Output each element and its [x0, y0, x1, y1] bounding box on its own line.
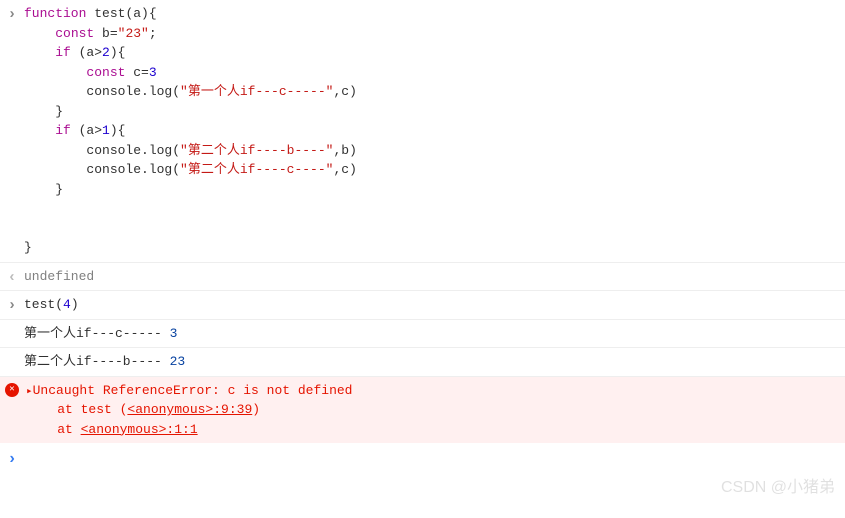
log-value: 3	[170, 326, 178, 341]
code-text: test(	[24, 297, 63, 312]
function-name: test	[86, 6, 125, 21]
keyword: if	[55, 123, 71, 138]
error-content: Uncaught ReferenceError: c is not define…	[24, 381, 845, 440]
indent	[24, 84, 86, 99]
code-text: }	[24, 182, 63, 197]
code-line[interactable]: test(4)	[24, 291, 845, 319]
log-gutter	[0, 348, 24, 376]
code-text: ,b)	[333, 143, 356, 158]
code-block[interactable]: function test(a){ const b="23"; if (a>2)…	[24, 0, 845, 262]
keyword: const	[86, 65, 125, 80]
log-output: 第一个人if---c----- 3	[24, 320, 845, 348]
watermark: CSDN @小猪弟	[721, 476, 835, 500]
code-text: ){	[110, 123, 126, 138]
number-literal: 2	[102, 45, 110, 60]
prompt-marker-icon	[0, 447, 24, 471]
log-text: 第二个人if----b----	[24, 354, 170, 369]
number-literal: 1	[102, 123, 110, 138]
log-gutter	[0, 320, 24, 348]
string-literal: "第一个人if---c-----"	[180, 84, 333, 99]
indent	[24, 65, 86, 80]
code-text: console.log(	[86, 143, 180, 158]
code-text: (a>	[71, 45, 102, 60]
console-log-row: 第一个人if---c----- 3	[0, 320, 845, 349]
number-literal: 3	[149, 65, 157, 80]
number-literal: 4	[63, 297, 71, 312]
log-output: 第二个人if----b---- 23	[24, 348, 845, 376]
keyword: const	[55, 26, 94, 41]
console-input-row: test(4)	[0, 291, 845, 320]
stack-line: at	[26, 422, 81, 437]
string-literal: "第二个人if----b----"	[180, 143, 333, 158]
console-prompt-row[interactable]	[0, 443, 845, 471]
expand-error-icon[interactable]	[26, 383, 33, 398]
log-text: 第一个人if---c-----	[24, 326, 170, 341]
indent	[24, 26, 55, 41]
code-text: console.log(	[86, 162, 180, 177]
indent	[24, 162, 86, 177]
stack-link[interactable]: <anonymous>:1:1	[81, 422, 198, 437]
input-marker-icon	[0, 0, 24, 262]
stack-text: )	[252, 402, 260, 417]
error-icon	[5, 383, 19, 397]
console-log-row: 第二个人if----b---- 23	[0, 348, 845, 377]
string-literal: "第二个人if----c----"	[180, 162, 333, 177]
code-text: }	[24, 240, 32, 255]
log-value: 23	[170, 354, 186, 369]
code-text: ){	[110, 45, 126, 60]
code-text: (a){	[125, 6, 156, 21]
string-literal: "23"	[118, 26, 149, 41]
indent	[24, 143, 86, 158]
indent	[24, 45, 55, 60]
error-message: Uncaught ReferenceError: c is not define…	[33, 383, 353, 398]
console-output-row: undefined	[0, 263, 845, 292]
output-marker-icon	[0, 263, 24, 291]
indent	[24, 123, 55, 138]
code-text: (a>	[71, 123, 102, 138]
code-text: b=	[94, 26, 117, 41]
code-text: console.log(	[86, 84, 180, 99]
code-text: c=	[125, 65, 148, 80]
keyword: if	[55, 45, 71, 60]
error-gutter	[0, 381, 24, 440]
code-text: }	[24, 104, 63, 119]
undefined-result: undefined	[24, 263, 845, 291]
stack-line: at test (	[26, 402, 127, 417]
code-text: )	[71, 297, 79, 312]
input-marker-icon	[0, 291, 24, 319]
console-input[interactable]	[24, 447, 845, 471]
console-error-row: Uncaught ReferenceError: c is not define…	[0, 377, 845, 444]
keyword: function	[24, 6, 86, 21]
code-text: ;	[149, 26, 157, 41]
console-input-row: function test(a){ const b="23"; if (a>2)…	[0, 0, 845, 263]
code-text: ,c)	[333, 84, 356, 99]
stack-link[interactable]: <anonymous>:9:39	[127, 402, 252, 417]
code-text: ,c)	[333, 162, 356, 177]
